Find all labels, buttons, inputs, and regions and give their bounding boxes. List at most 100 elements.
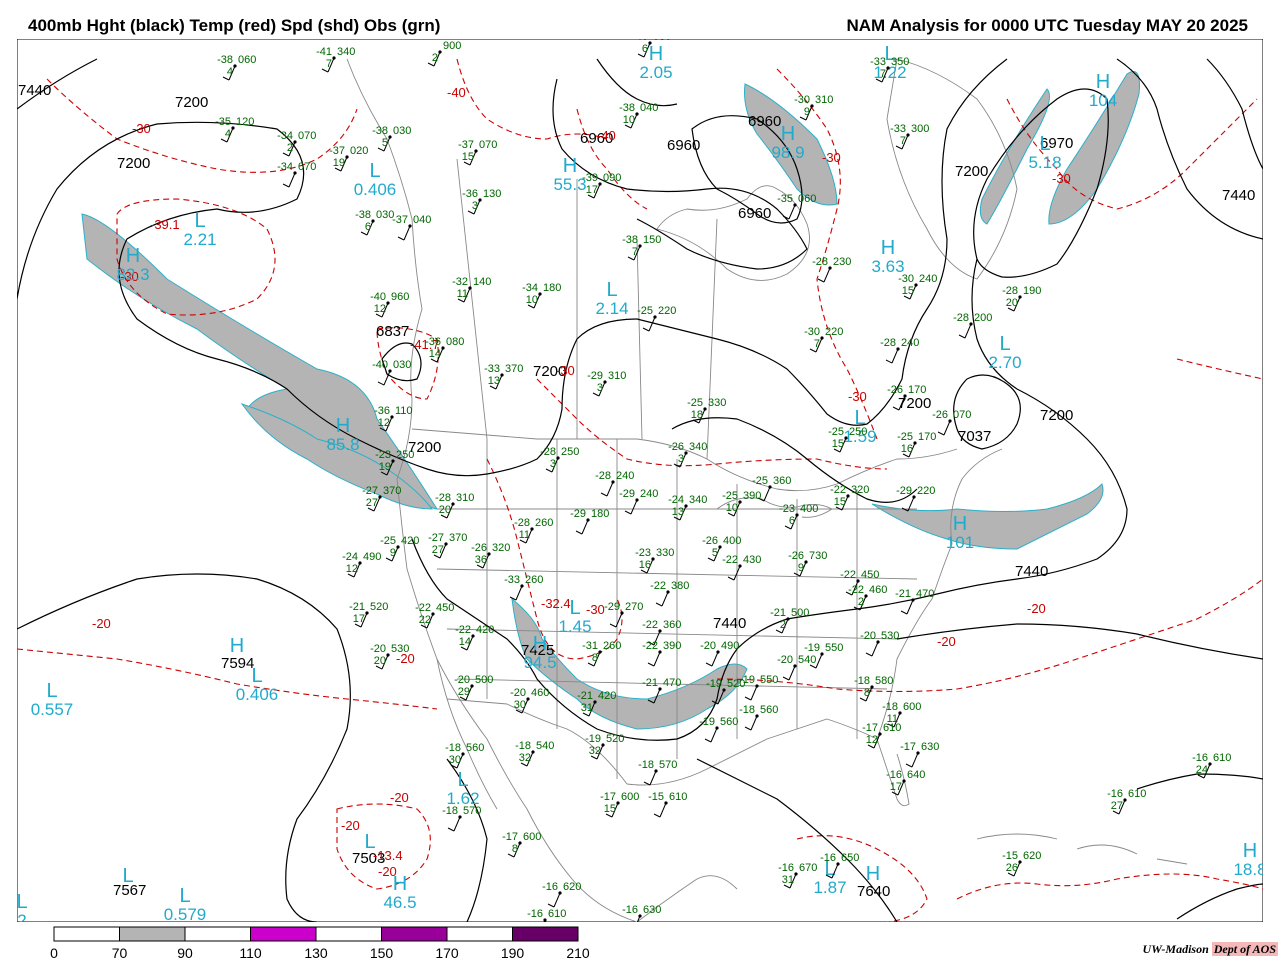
obs-temperature: -20	[777, 654, 793, 666]
obs-temperature: -20	[700, 640, 716, 652]
obs-temperature: -33	[870, 56, 886, 68]
obs-dewpoint-depression: 3	[597, 382, 603, 394]
obs-temperature: -16	[1107, 788, 1123, 800]
obs-temperature: -16	[622, 904, 638, 916]
obs-temperature: -32	[452, 276, 468, 288]
obs-dewpoint-depression: 26	[1006, 862, 1018, 874]
obs-dewpoint-depression: 4	[225, 128, 231, 140]
obs-height: 310	[608, 370, 626, 382]
obs-temperature: -22	[455, 624, 471, 636]
temperature-label: -40	[447, 85, 466, 100]
legend-label: 70	[112, 945, 128, 960]
obs-height: 180	[543, 282, 561, 294]
obs-height: 450	[861, 569, 879, 581]
obs-dewpoint-depression: 19	[333, 157, 345, 169]
obs-temperature: -22	[642, 640, 658, 652]
obs-temperature: -15	[648, 791, 664, 803]
obs-dewpoint-depression: 16	[901, 443, 913, 455]
obs-height: 110	[395, 405, 413, 417]
extremum-letter: H	[881, 237, 895, 259]
obs-height: 030	[653, 39, 671, 43]
obs-temperature: -28	[595, 470, 611, 482]
obs-height: 180	[591, 508, 609, 520]
obs-temperature: -36	[462, 188, 478, 200]
obs-temperature: -26	[887, 384, 903, 396]
height-label: 7440	[1222, 187, 1255, 204]
obs-height: 490	[363, 551, 381, 563]
low-marker: L	[364, 831, 375, 853]
obs-temperature: -16	[886, 769, 902, 781]
obs-temperature: -37	[392, 214, 408, 226]
extremum-letter: L	[606, 279, 617, 301]
obs-temperature: -29	[570, 508, 586, 520]
obs-temperature: -27	[428, 532, 444, 544]
obs-temperature: -15	[1002, 850, 1018, 862]
obs-temperature: -38	[622, 234, 638, 246]
obs-temperature: -17	[600, 791, 616, 803]
obs-height: 390	[663, 640, 681, 652]
obs-temperature: -33	[504, 574, 520, 586]
obs-dewpoint-depression: 15	[832, 438, 844, 450]
obs-dewpoint-depression: 24	[1196, 764, 1208, 776]
legend-swatch	[512, 926, 579, 942]
obs-temperature: -26	[702, 535, 718, 547]
extremum-value: 94.5	[523, 653, 556, 672]
obs-temperature: -16	[542, 881, 558, 893]
obs-height: 370	[505, 363, 523, 375]
obs-dewpoint-depression: 27	[432, 544, 444, 556]
obs-temperature: -37	[458, 139, 474, 151]
obs-height: 360	[663, 619, 681, 631]
obs-temperature: -19	[804, 642, 820, 654]
obs-temperature: -21	[770, 607, 786, 619]
obs-dewpoint-depression: 20	[1006, 297, 1018, 309]
height-label: 7440	[18, 82, 51, 99]
extremum-value: 0.406	[236, 685, 279, 704]
extremum-value: 101	[946, 533, 974, 552]
legend-label: 130	[304, 945, 328, 960]
obs-height: 220	[658, 305, 676, 317]
extremum-letter: H	[781, 123, 795, 145]
obs-dewpoint-depression: 15	[902, 285, 914, 297]
height-label: 7200	[898, 395, 931, 412]
obs-temperature: -24	[342, 551, 358, 563]
obs-temperature: -19	[699, 716, 715, 728]
extremum-letter: L	[457, 769, 468, 791]
temperature-label: -30	[132, 121, 151, 136]
obs-height: 330	[708, 397, 726, 409]
obs-dewpoint-depression: 12	[346, 563, 358, 575]
obs-dewpoint-depression: 3	[550, 458, 556, 470]
obs-height: 560	[466, 742, 484, 754]
obs-temperature: -27	[362, 485, 378, 497]
obs-temperature: -23	[375, 449, 391, 461]
obs-height: 540	[536, 740, 554, 752]
obs-height: 580	[875, 675, 893, 687]
obs-temperature: -38	[619, 102, 635, 114]
obs-height: 500	[475, 674, 493, 686]
obs-height: 470	[916, 588, 934, 600]
obs-height: 240	[919, 273, 937, 285]
obs-height: 340	[689, 494, 707, 506]
obs-height: 190	[1023, 285, 1041, 297]
obs-height: 060	[238, 54, 256, 66]
height-label: 7200	[1040, 407, 1073, 424]
obs-dewpoint-depression: 13	[488, 375, 500, 387]
obs-temperature: -21	[577, 690, 593, 702]
obs-temperature: -33	[484, 363, 500, 375]
height-label: 6960	[667, 137, 700, 154]
obs-height: 620	[1023, 850, 1041, 862]
obs-dewpoint-depression: 15	[462, 151, 474, 163]
obs-dewpoint-depression: 20	[374, 655, 386, 667]
extremum-value: 82.3	[116, 265, 149, 284]
obs-dewpoint-depression: 12	[378, 417, 390, 429]
obs-temperature: -26	[471, 542, 487, 554]
obs-temperature: -34	[277, 130, 293, 142]
obs-height: 120	[236, 116, 254, 128]
obs-dewpoint-depression: 27	[366, 497, 378, 509]
obs-dewpoint-depression: 10	[526, 294, 538, 306]
obs-temperature: -35	[215, 116, 231, 128]
obs-dewpoint-depression: 15	[604, 803, 616, 815]
obs-dewpoint-depression: 22	[419, 614, 431, 626]
obs-height: 390	[743, 490, 761, 502]
obs-height: 500	[791, 607, 809, 619]
obs-temperature: -18	[442, 805, 458, 817]
